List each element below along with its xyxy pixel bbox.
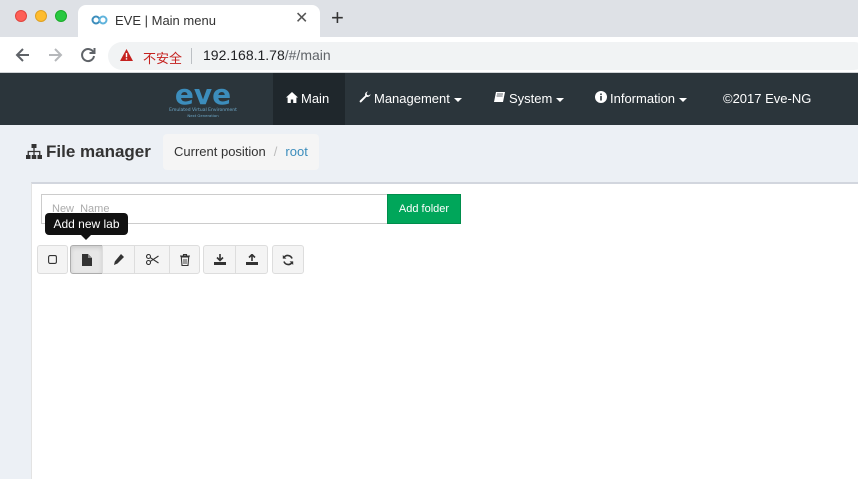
trash-icon <box>179 253 190 266</box>
nav-item-label: Management <box>374 91 450 106</box>
nav-item-label: System <box>509 91 553 106</box>
reload-icon[interactable] <box>77 44 99 66</box>
chevron-down-icon <box>453 97 462 102</box>
nav-item-label: Main <box>301 91 330 106</box>
url-text[interactable]: 192.168.1.78/#/main <box>203 47 331 63</box>
nav-item-system[interactable]: System <box>494 91 565 106</box>
chevron-down-icon <box>556 97 565 102</box>
info-circle-icon <box>595 91 607 103</box>
back-arrow-icon[interactable] <box>12 44 34 66</box>
download-icon <box>213 254 226 265</box>
eve-logo[interactable]: eve Emulated Virtual Environment Next Ge… <box>160 79 246 121</box>
minimize-window-button[interactable] <box>35 10 47 22</box>
select-all-button[interactable] <box>37 245 68 274</box>
url-host: 192.168.1.78 <box>203 47 285 63</box>
nav-item-label: ©2017 Eve-NG <box>723 91 812 106</box>
rename-button[interactable] <box>102 245 135 274</box>
maximize-window-button[interactable] <box>55 10 67 22</box>
logo-text: eve <box>175 79 231 111</box>
wrench-icon <box>359 91 371 103</box>
browser-tab-bar: EVE | Main menu ✕ + <box>0 0 858 37</box>
refresh-icon <box>282 254 294 265</box>
omnibox-divider <box>191 48 192 64</box>
export-button[interactable] <box>235 245 268 274</box>
sitemap-icon <box>26 144 42 159</box>
book-icon <box>494 92 505 102</box>
close-window-button[interactable] <box>15 10 27 22</box>
browser-address-bar: 不安全 192.168.1.78/#/main <box>0 37 858 73</box>
chevron-down-icon <box>679 97 688 102</box>
breadcrumb: Current position / root <box>163 134 319 170</box>
app-navbar: eve Emulated Virtual Environment Next Ge… <box>0 73 858 125</box>
new-tab-button[interactable]: + <box>331 7 344 29</box>
eve-favicon-icon <box>91 15 108 25</box>
security-status-label[interactable]: 不安全 <box>143 48 182 67</box>
page-title: File manager <box>26 142 151 162</box>
import-button[interactable] <box>203 245 236 274</box>
add-new-lab-button[interactable] <box>70 245 103 274</box>
forward-arrow-icon[interactable] <box>44 44 66 66</box>
tooltip: Add new lab <box>45 213 128 235</box>
move-button[interactable] <box>134 245 170 274</box>
browser-tab[interactable]: EVE | Main menu ✕ <box>78 5 320 37</box>
file-manager-panel <box>31 182 858 479</box>
home-icon <box>286 92 298 103</box>
nav-item-management[interactable]: Management <box>359 91 462 106</box>
file-icon <box>81 253 92 266</box>
warning-icon <box>120 49 133 61</box>
url-path: /#/main <box>284 47 331 63</box>
nav-item-copyright[interactable]: ©2017 Eve-NG <box>723 91 811 106</box>
nav-item-main[interactable]: Main <box>286 91 329 106</box>
close-tab-icon[interactable]: ✕ <box>295 11 308 27</box>
tooltip-arrow <box>81 235 91 240</box>
add-folder-button[interactable]: Add folder <box>387 194 461 224</box>
upload-icon <box>245 254 258 265</box>
delete-button[interactable] <box>169 245 200 274</box>
page-title-text: File manager <box>46 142 151 161</box>
logo-subtitle-2: Next Generation <box>187 113 219 118</box>
breadcrumb-label: Current position <box>174 144 266 159</box>
panel-left-gutter <box>22 182 31 479</box>
pencil-icon <box>114 254 124 265</box>
omnibox[interactable]: 不安全 192.168.1.78/#/main <box>108 42 858 70</box>
breadcrumb-separator: / <box>273 144 278 159</box>
scissors-icon <box>145 254 159 265</box>
tab-title: EVE | Main menu <box>115 13 216 28</box>
refresh-button[interactable] <box>272 245 304 274</box>
checkbox-icon <box>48 255 57 264</box>
nav-item-label: Information <box>610 91 676 106</box>
nav-item-information[interactable]: Information <box>595 91 688 106</box>
breadcrumb-root-link[interactable]: root <box>285 144 307 159</box>
